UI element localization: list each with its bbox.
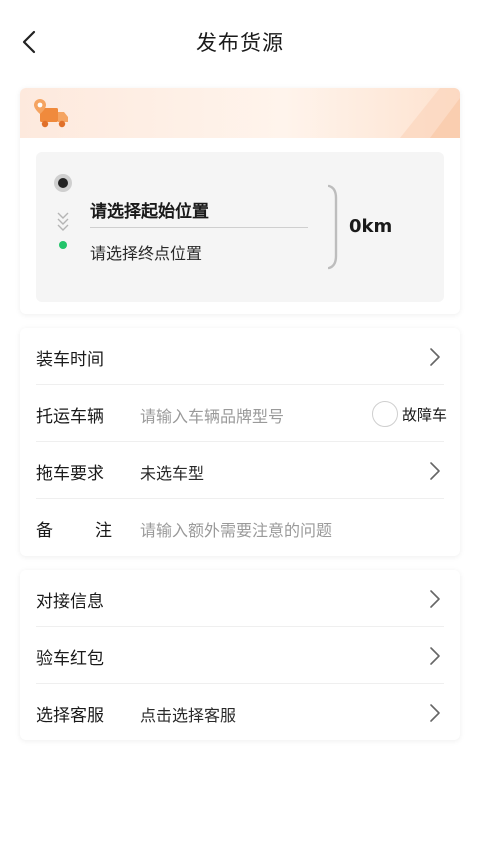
banner-decoration <box>400 88 460 138</box>
chevron-right-icon <box>430 647 440 665</box>
page-title: 发布货源 <box>196 31 284 55</box>
inspection-bonus-row[interactable]: 验车红包 <box>20 627 460 684</box>
tow-requirement-label: 拖车要求 <box>36 464 104 484</box>
vehicle-row: 托运车辆 请输入车辆品牌型号 故障车 <box>20 385 460 442</box>
inspection-bonus-label: 验车红包 <box>36 649 104 669</box>
remarks-input[interactable]: 请输入额外需要注意的问题 <box>140 517 332 541</box>
end-location-field[interactable]: 请选择终点位置 <box>90 240 202 264</box>
remarks-row: 备注 请输入额外需要注意的问题 <box>20 499 460 556</box>
cargo-form-card: 装车时间 托运车辆 请输入车辆品牌型号 故障车 拖车要求 未选车型 备注 请输入… <box>20 328 460 556</box>
route-banner <box>20 88 460 138</box>
route-card: 请选择起始位置 请选择终点位置 0km <box>20 88 460 314</box>
start-point-dot <box>54 174 72 192</box>
contact-card: 对接信息 验车红包 选择客服 点击选择客服 <box>20 570 460 740</box>
distance-bracket <box>328 184 338 270</box>
double-chevron-down-icon <box>57 212 69 231</box>
docking-info-row[interactable]: 对接信息 <box>20 570 460 627</box>
load-time-label: 装车时间 <box>36 350 104 370</box>
chevron-right-icon <box>430 704 440 722</box>
start-location-field[interactable]: 请选择起始位置 <box>90 197 209 222</box>
route-selector: 请选择起始位置 请选择终点位置 0km <box>36 152 444 302</box>
truck-location-icon <box>34 99 68 128</box>
remarks-label: 备注 <box>36 516 112 541</box>
breakdown-label[interactable]: 故障车 <box>402 404 447 425</box>
chevron-right-icon <box>430 590 440 608</box>
load-time-row[interactable]: 装车时间 <box>20 328 460 385</box>
end-point-dot <box>59 241 67 249</box>
nav-bar: 发布货源 <box>0 0 480 84</box>
docking-info-label: 对接信息 <box>36 592 104 612</box>
remarks-label-text: 备注 <box>36 521 112 541</box>
distance-value: 0km <box>349 216 393 237</box>
chevron-right-icon <box>430 348 440 366</box>
breakdown-radio[interactable] <box>372 401 398 427</box>
vehicle-label: 托运车辆 <box>36 407 104 427</box>
customer-service-row[interactable]: 选择客服 点击选择客服 <box>20 684 460 741</box>
customer-service-label: 选择客服 <box>36 706 104 726</box>
tow-requirement-value: 未选车型 <box>140 464 205 483</box>
route-divider <box>90 227 308 228</box>
vehicle-input[interactable]: 请输入车辆品牌型号 <box>140 403 284 427</box>
chevron-right-icon <box>430 462 440 480</box>
tow-requirement-row[interactable]: 拖车要求 未选车型 <box>20 442 460 499</box>
customer-service-value: 点击选择客服 <box>140 706 237 725</box>
